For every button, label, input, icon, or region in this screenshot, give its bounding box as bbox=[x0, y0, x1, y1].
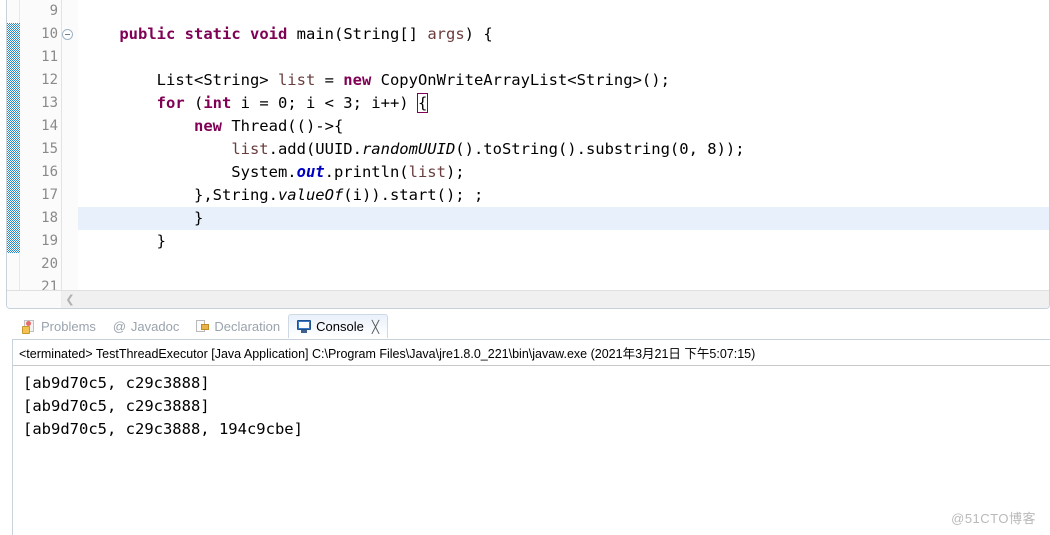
fold-collapse-icon[interactable] bbox=[62, 29, 73, 40]
line-number: 13 bbox=[41, 95, 58, 111]
problems-icon bbox=[22, 319, 37, 334]
code-line[interactable]: public static void main(String[] args) { bbox=[78, 23, 1049, 46]
change-annotation-bar bbox=[7, 0, 20, 290]
console-output[interactable]: [ab9d70c5, c29c3888] [ab9d70c5, c29c3888]… bbox=[13, 366, 1050, 441]
changed-lines-marker bbox=[7, 23, 20, 253]
line-number: 15 bbox=[41, 141, 58, 157]
code-line[interactable]: System.out.println(list); bbox=[78, 161, 1049, 184]
line-number: 20 bbox=[41, 256, 58, 272]
tab-label: Declaration bbox=[214, 318, 281, 334]
line-number: 12 bbox=[41, 72, 58, 88]
watermark-text: @51CTO博客 bbox=[951, 511, 1036, 526]
tab-javadoc[interactable]: @ Javadoc bbox=[104, 314, 187, 338]
code-line[interactable] bbox=[78, 0, 1049, 23]
code-line[interactable]: },String.valueOf(i)).start(); ; bbox=[78, 184, 1049, 207]
editor-horizontal-scrollbar[interactable]: ❮ bbox=[7, 290, 1049, 308]
line-number: 18 bbox=[41, 210, 58, 226]
tab-label: Console bbox=[316, 319, 364, 334]
code-line[interactable] bbox=[78, 276, 1049, 290]
code-line[interactable]: for (int i = 0; i < 3; i++) { bbox=[78, 92, 1049, 115]
line-number-ruler: 9 10 11 12 13 14 15 16 17 18 19 20 21 bbox=[20, 0, 73, 295]
chevron-left-icon[interactable]: ❮ bbox=[62, 293, 78, 306]
console-output-line: [ab9d70c5, c29c3888] bbox=[23, 374, 210, 392]
scrollbar-gutter-pad bbox=[7, 290, 62, 308]
code-editor-viewport[interactable]: 9 10 11 12 13 14 15 16 17 18 19 20 21 public static … bbox=[7, 0, 1049, 295]
declaration-icon bbox=[195, 319, 210, 334]
close-icon[interactable]: ╳ bbox=[372, 320, 379, 334]
process-status-line: <terminated> TestThreadExecutor [Java Ap… bbox=[13, 340, 1050, 366]
console-output-line: [ab9d70c5, c29c3888, 194c9cbe] bbox=[23, 420, 303, 438]
tab-problems[interactable]: Problems bbox=[14, 314, 104, 338]
code-line[interactable]: } bbox=[78, 230, 1049, 253]
tab-label: Javadoc bbox=[130, 318, 180, 334]
code-line[interactable]: list.add(UUID.randomUUID().toString().su… bbox=[78, 138, 1049, 161]
tab-label: Problems bbox=[41, 318, 96, 334]
folding-gutter[interactable] bbox=[62, 0, 78, 290]
code-line[interactable]: } bbox=[78, 207, 1049, 230]
console-view-panel: Problems @ Javadoc Declaration Console ╳ <ter… bbox=[6, 313, 1050, 535]
line-number: 11 bbox=[41, 49, 58, 65]
eclipse-ide-window: 9 10 11 12 13 14 15 16 17 18 19 20 21 public static … bbox=[0, 0, 1050, 535]
code-line[interactable] bbox=[78, 46, 1049, 69]
source-code-area[interactable]: public static void main(String[] args) {… bbox=[78, 0, 1049, 290]
line-number: 16 bbox=[41, 164, 58, 180]
console-body[interactable]: <terminated> TestThreadExecutor [Java Ap… bbox=[12, 339, 1050, 535]
code-line[interactable]: new Thread(()->{ bbox=[78, 115, 1049, 138]
line-number: 19 bbox=[41, 233, 58, 249]
code-line[interactable] bbox=[78, 253, 1049, 276]
tab-declaration[interactable]: Declaration bbox=[187, 314, 288, 338]
console-icon bbox=[297, 319, 312, 334]
line-number: 9 bbox=[49, 3, 58, 19]
line-number: 10 bbox=[20, 23, 73, 46]
line-number: 14 bbox=[41, 118, 58, 134]
code-editor-panel: 9 10 11 12 13 14 15 16 17 18 19 20 21 public static … bbox=[6, 0, 1050, 309]
console-output-line: [ab9d70c5, c29c3888] bbox=[23, 397, 210, 415]
tab-console[interactable]: Console ╳ bbox=[288, 314, 389, 338]
view-tab-bar: Problems @ Javadoc Declaration Console ╳ bbox=[6, 313, 1050, 339]
javadoc-at-icon: @ bbox=[112, 318, 127, 334]
line-number: 17 bbox=[41, 187, 58, 203]
code-line[interactable]: List<String> list = new CopyOnWriteArray… bbox=[78, 69, 1049, 92]
